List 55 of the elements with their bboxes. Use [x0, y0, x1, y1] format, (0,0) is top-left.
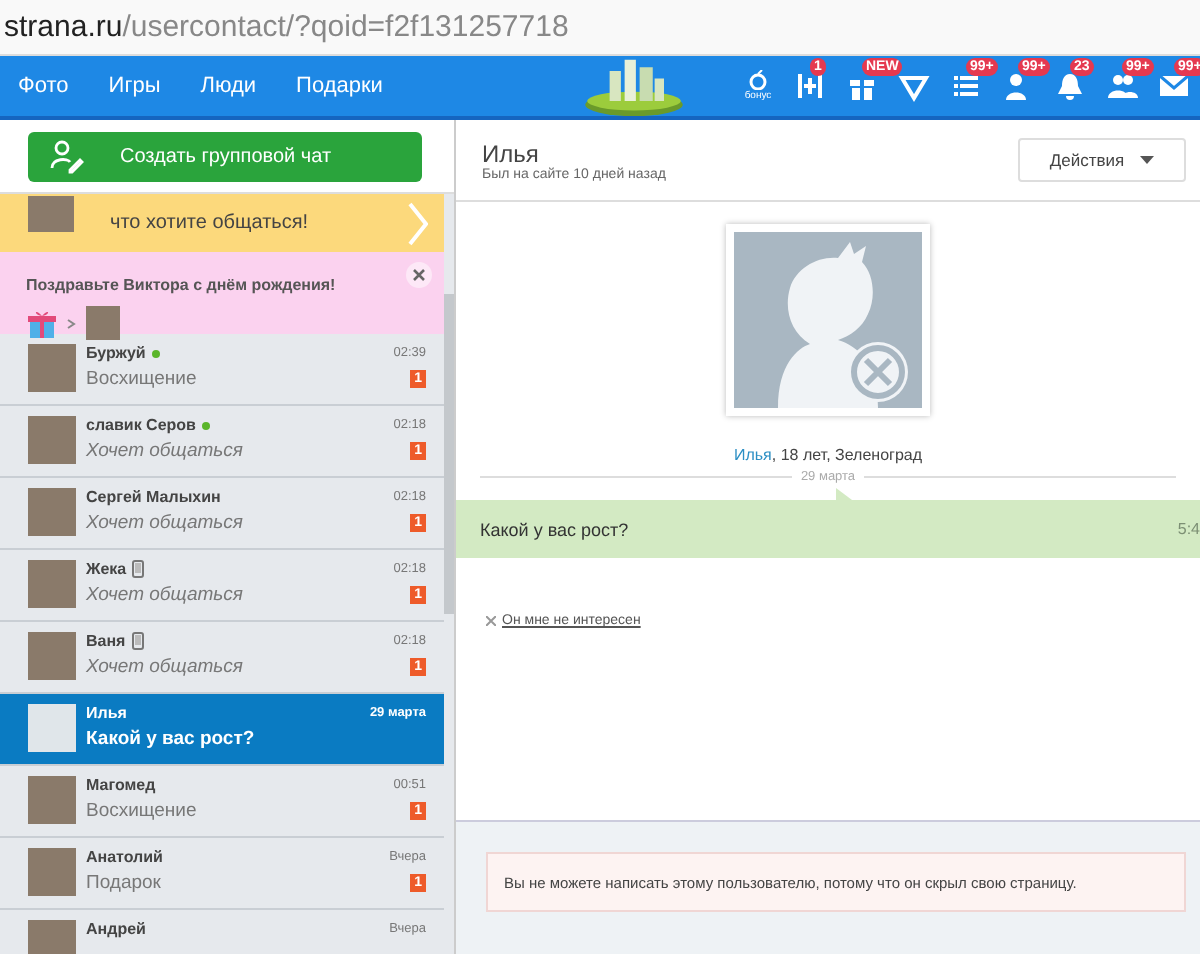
tuner-icon[interactable]: [794, 70, 826, 102]
message-text: Какой у вас рост?: [480, 519, 629, 539]
caret-icon: [1140, 156, 1155, 164]
contact-name: Ваня: [86, 632, 126, 650]
avatar-photo: [28, 560, 76, 608]
contact-name: Илья: [482, 139, 541, 167]
contact-name: Буржуй: [86, 344, 146, 362]
avatar-photo: [28, 344, 76, 392]
contact-name: Андрей: [86, 920, 146, 938]
nav-link[interactable]: Фото: [18, 74, 69, 98]
avatar-photo: [28, 920, 76, 954]
message-preview: Хочет общаться: [86, 440, 243, 462]
actions-dropdown[interactable]: Действия: [1018, 138, 1186, 182]
contact-name: Магомед: [86, 776, 156, 794]
gift-icon[interactable]: [26, 307, 58, 339]
message-preview: Хочет общаться: [86, 512, 243, 534]
avatar-photo: [86, 306, 120, 340]
avatar-placeholder: [28, 704, 76, 752]
contact-name: славик Серов: [86, 416, 196, 434]
message-preview: Хочет общаться: [86, 656, 243, 678]
profile-link[interactable]: Илья: [733, 446, 772, 464]
message-preview: Хочет общаться: [86, 584, 243, 606]
promo-text: что хотите общаться!: [110, 212, 309, 234]
avatar-photo: [28, 488, 76, 536]
avatar-photo: [28, 416, 76, 464]
diamond-icon[interactable]: [898, 70, 930, 102]
scrollbar[interactable]: [444, 294, 454, 614]
nav-link[interactable]: Игры: [108, 74, 161, 98]
promo-banner[interactable]: что хотите общаться!: [0, 194, 444, 252]
close-icon[interactable]: [406, 262, 432, 288]
profile-summary: Илья, 18 лет, Зеленоград: [733, 446, 923, 464]
message-preview: Восхищение: [86, 368, 197, 390]
contact-name: Жека: [86, 560, 127, 578]
contact-name: Сергей Малыхин: [86, 488, 221, 506]
avatar-photo: [28, 632, 76, 680]
message-preview: Восхищение: [86, 800, 197, 822]
close-icon: [486, 616, 496, 626]
avatar-photo: [28, 776, 76, 824]
people-icon[interactable]: [1106, 70, 1138, 102]
list-icon[interactable]: [950, 70, 982, 102]
contact-name: Илья: [86, 704, 127, 722]
message-preview: Какой у вас рост?: [86, 728, 255, 750]
birthday-text: Поздравьте Виктора с днём рождения!: [26, 276, 336, 294]
people-pencil-icon: [48, 138, 84, 174]
mail-icon[interactable]: [1158, 70, 1190, 102]
message-time: 5:4: [1177, 520, 1200, 538]
avatar-photo: [28, 848, 76, 896]
bell-icon[interactable]: [1054, 70, 1086, 102]
arrow-right-icon: [66, 317, 78, 329]
avatar-photo: [28, 195, 74, 231]
nav-link[interactable]: Подарки: [296, 74, 383, 98]
address-bar[interactable]: strana.ru/usercontact/?qoid=f2f131257718: [0, 0, 1200, 56]
message-preview: Подарок: [86, 872, 161, 894]
nav-link[interactable]: Люди: [200, 74, 257, 98]
contact-name: Анатолий: [86, 848, 163, 866]
